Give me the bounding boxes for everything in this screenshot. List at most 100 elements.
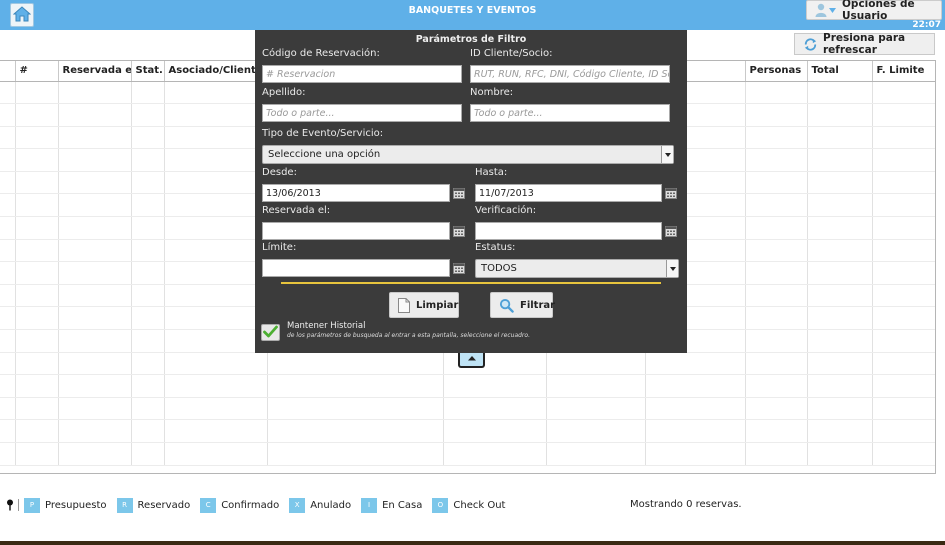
- reservation-code-input[interactable]: # Reservacion: [262, 65, 462, 83]
- calendar-icon[interactable]: [665, 225, 677, 237]
- table-cell: [131, 239, 165, 263]
- calendar-icon[interactable]: [453, 225, 465, 237]
- legend-badge: O: [432, 497, 449, 513]
- legend-label: En Casa: [382, 499, 423, 511]
- column-header-client[interactable]: Asociado/Cliente: [164, 61, 268, 82]
- limit-input[interactable]: [262, 259, 450, 277]
- table-cell: [807, 193, 873, 218]
- table-cell: [58, 306, 132, 331]
- filter-panel-title: Parámetros de Filtro: [415, 34, 527, 45]
- table-cell: [0, 148, 16, 172]
- table-cell: [807, 284, 873, 308]
- table-cell: [745, 374, 808, 398]
- client-id-label: ID Cliente/Socio:: [470, 48, 553, 59]
- table-cell: [872, 81, 935, 105]
- table-cell: [745, 103, 808, 127]
- table-cell: [0, 239, 16, 263]
- table-cell: [745, 216, 808, 240]
- table-cell: [164, 148, 268, 172]
- table-cell: [58, 81, 132, 105]
- clear-button[interactable]: Limpiar: [389, 292, 459, 318]
- table-cell: [267, 374, 444, 398]
- table-cell: [58, 171, 132, 195]
- calendar-icon[interactable]: [453, 262, 465, 274]
- table-cell: [807, 397, 873, 421]
- table-cell: [15, 126, 59, 150]
- table-cell: [872, 126, 935, 150]
- surname-input[interactable]: Todo o parte...: [262, 104, 462, 122]
- table-cell: [58, 261, 132, 285]
- table-cell: [807, 239, 873, 263]
- user-options-menu[interactable]: Opciones de Usuario: [806, 0, 942, 22]
- table-cell: [745, 442, 808, 466]
- table-cell: [0, 306, 16, 331]
- verification-input[interactable]: [475, 222, 662, 240]
- legend-item-check-out: O Check Out: [432, 497, 505, 513]
- table-cell: [15, 193, 59, 218]
- table-cell: [745, 171, 808, 195]
- to-date-input[interactable]: 11/07/2013: [475, 184, 662, 202]
- table-cell: [872, 216, 935, 240]
- table-cell: [807, 442, 873, 466]
- table-cell: [0, 397, 16, 421]
- filter-button[interactable]: Filtrar: [490, 292, 555, 318]
- table-cell: [872, 374, 935, 398]
- table-cell: [807, 126, 873, 150]
- table-cell: [15, 239, 59, 263]
- table-cell: [872, 419, 935, 443]
- column-header-reserved-on[interactable]: Reservada el: [58, 61, 132, 82]
- column-header-people[interactable]: Personas: [745, 61, 808, 82]
- table-cell: [267, 442, 444, 466]
- verification-label: Verificación:: [475, 205, 537, 216]
- status-select[interactable]: TODOS: [475, 259, 679, 278]
- chevron-down-icon: [666, 260, 678, 277]
- table-cell: [745, 329, 808, 353]
- table-cell: [645, 442, 746, 466]
- table-cell: [645, 397, 746, 421]
- table-cell: [443, 419, 547, 443]
- table-cell: [58, 126, 132, 150]
- table-cell: [164, 284, 268, 308]
- column-header-total[interactable]: Total: [807, 61, 873, 82]
- legend-label: Confirmado: [221, 499, 280, 511]
- legend-divider: [18, 499, 19, 511]
- client-id-input[interactable]: RUT, RUN, RFC, DNI, Código Cliente, ID S…: [470, 65, 670, 83]
- calendar-icon[interactable]: [453, 187, 465, 199]
- clear-label: Limpiar: [416, 299, 459, 311]
- calendar-icon[interactable]: [665, 187, 677, 199]
- name-input[interactable]: Todo o parte...: [470, 104, 670, 122]
- column-header-number[interactable]: #: [15, 61, 59, 82]
- table-cell: [872, 103, 935, 127]
- table-cell: [0, 171, 16, 195]
- table-cell: [58, 239, 132, 263]
- column-header-status[interactable]: Stat.: [131, 61, 165, 82]
- table-cell: [807, 352, 873, 376]
- table-cell: [645, 352, 746, 376]
- keep-history-checkbox[interactable]: [261, 324, 280, 341]
- table-cell: [0, 81, 16, 105]
- table-cell: [645, 374, 746, 398]
- table-cell: [58, 442, 132, 466]
- table-cell: [745, 419, 808, 443]
- table-cell: [0, 374, 16, 398]
- refresh-button[interactable]: Presiona para refrescar: [794, 32, 935, 56]
- table-cell: [745, 352, 808, 376]
- event-type-select[interactable]: Seleccione una opción: [262, 145, 674, 164]
- checkmark-icon: [263, 325, 278, 341]
- table-cell: [164, 171, 268, 195]
- table-cell: [15, 261, 59, 285]
- table-cell: [131, 148, 165, 172]
- from-date-input[interactable]: 13/06/2013: [262, 184, 450, 202]
- table-cell: [745, 261, 808, 285]
- table-cell: [58, 148, 132, 172]
- reserved-on-input[interactable]: [262, 222, 450, 240]
- table-cell: [872, 329, 935, 353]
- column-header[interactable]: [0, 61, 16, 82]
- user-options-label: Opciones de Usuario: [842, 0, 915, 22]
- table-cell: [15, 352, 59, 376]
- legend-badge: R: [116, 497, 133, 513]
- table-cell: [164, 419, 268, 443]
- column-header-limit-date[interactable]: F. Limite: [872, 61, 935, 82]
- legend-item-anulado: X Anulado: [289, 497, 351, 513]
- bottom-strip: [0, 541, 945, 545]
